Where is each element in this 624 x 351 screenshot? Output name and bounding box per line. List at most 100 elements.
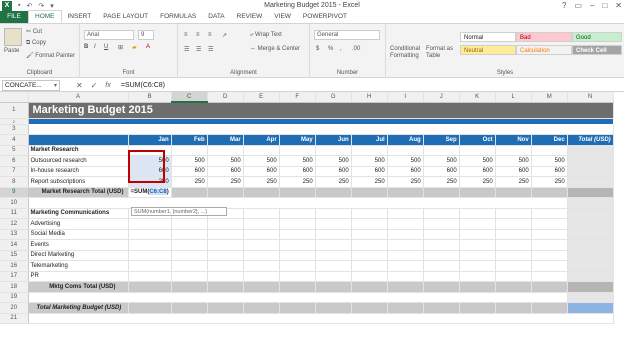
- row-header[interactable]: 8: [0, 176, 29, 188]
- cell[interactable]: 500: [315, 155, 352, 167]
- month-header[interactable]: Apr: [243, 134, 280, 146]
- column-header[interactable]: F: [279, 92, 316, 103]
- tab-file[interactable]: FILE: [0, 11, 28, 23]
- row-header[interactable]: 7: [0, 166, 29, 177]
- month-header[interactable]: Jul: [351, 134, 388, 146]
- tab-data[interactable]: DATA: [202, 11, 230, 23]
- row-header[interactable]: 18: [0, 281, 29, 293]
- copy-button[interactable]: ⧉ Copy: [26, 40, 46, 47]
- cell[interactable]: [567, 176, 614, 188]
- column-header[interactable]: A: [28, 92, 129, 103]
- function-tooltip[interactable]: SUM(number1, [number2], ...): [131, 207, 227, 216]
- row-label[interactable]: Report subscriptions: [28, 176, 129, 188]
- cell[interactable]: 250: [128, 176, 172, 188]
- insert-function-icon[interactable]: fx: [105, 82, 110, 89]
- month-header[interactable]: Feb: [171, 134, 208, 146]
- tab-view[interactable]: VIEW: [268, 11, 297, 23]
- cell[interactable]: 250: [279, 176, 316, 188]
- merge-center-button[interactable]: ⇔ Merge & Center: [250, 46, 300, 52]
- column-header[interactable]: M: [531, 92, 568, 103]
- column-header[interactable]: N: [567, 92, 614, 103]
- paste-icon[interactable]: [4, 28, 22, 46]
- italic-icon[interactable]: I: [94, 44, 96, 50]
- style-good[interactable]: Good: [572, 32, 622, 42]
- column-header[interactable]: B: [128, 92, 172, 103]
- cell[interactable]: 500: [128, 155, 172, 167]
- cell[interactable]: 500: [351, 155, 388, 167]
- tab-review[interactable]: REVIEW: [231, 11, 269, 23]
- tab-page-layout[interactable]: PAGE LAYOUT: [97, 11, 154, 23]
- month-header[interactable]: Jan: [128, 134, 172, 146]
- cell[interactable]: 250: [207, 176, 244, 188]
- fill-color-icon[interactable]: ▰: [132, 44, 137, 51]
- style-calculation[interactable]: Calculation: [516, 45, 572, 55]
- bold-icon[interactable]: B: [84, 44, 88, 50]
- row-label[interactable]: Telemarketing: [28, 260, 129, 272]
- style-neutral[interactable]: Neutral: [460, 45, 516, 55]
- sheet-title[interactable]: Marketing Budget 2015: [28, 102, 614, 119]
- active-cell-formula[interactable]: =SUM(C6:C8): [128, 187, 172, 198]
- cell[interactable]: 600: [351, 166, 388, 177]
- month-header[interactable]: Dec: [531, 134, 568, 146]
- cell[interactable]: 500: [459, 155, 496, 167]
- align-top-icon[interactable]: ≡: [184, 32, 188, 38]
- borders-icon[interactable]: ⊞: [118, 44, 123, 51]
- cell[interactable]: 600: [495, 166, 532, 177]
- month-header[interactable]: Mar: [207, 134, 244, 146]
- cell[interactable]: 500: [531, 155, 568, 167]
- formula-input[interactable]: =SUM(C6:C8): [121, 82, 165, 89]
- cell[interactable]: 600: [531, 166, 568, 177]
- cell[interactable]: 600: [171, 166, 208, 177]
- row-header[interactable]: 17: [0, 271, 29, 282]
- tab-home[interactable]: HOME: [28, 10, 62, 23]
- column-header[interactable]: E: [243, 92, 280, 103]
- align-left-icon[interactable]: ☰: [184, 46, 189, 53]
- format-painter-button[interactable]: 🖌 Format Painter: [26, 52, 75, 59]
- cell[interactable]: 250: [531, 176, 568, 188]
- row-header[interactable]: 11: [0, 208, 29, 219]
- row-header[interactable]: 10: [0, 197, 29, 209]
- decimal-icon[interactable]: .00: [352, 46, 360, 52]
- font-color-icon[interactable]: A: [146, 44, 150, 50]
- month-header[interactable]: Oct: [459, 134, 496, 146]
- row-header[interactable]: 15: [0, 250, 29, 261]
- month-header[interactable]: Nov: [495, 134, 532, 146]
- row-label[interactable]: In-house research: [28, 166, 129, 177]
- minimize-icon[interactable]: –: [590, 1, 594, 10]
- cell[interactable]: 500: [387, 155, 424, 167]
- cell[interactable]: 250: [423, 176, 460, 188]
- month-header[interactable]: Jun: [315, 134, 352, 146]
- mktg-coms-total-label[interactable]: Mktg Coms Total (USD): [28, 281, 129, 293]
- cell[interactable]: 250: [171, 176, 208, 188]
- row-header[interactable]: 4: [0, 134, 29, 146]
- column-header[interactable]: K: [459, 92, 496, 103]
- tab-powerpivot[interactable]: POWERPIVOT: [297, 11, 353, 23]
- cell[interactable]: 500: [207, 155, 244, 167]
- cell[interactable]: 250: [315, 176, 352, 188]
- align-right-icon[interactable]: ☰: [208, 46, 213, 53]
- cell[interactable]: 600: [207, 166, 244, 177]
- row-header[interactable]: 16: [0, 260, 29, 272]
- format-as-table-button[interactable]: Format as Table: [426, 46, 458, 60]
- column-header[interactable]: G: [315, 92, 352, 103]
- worksheet-grid[interactable]: A B C D E F G H I J K L M N 1 Marketing …: [0, 92, 624, 351]
- cell[interactable]: 600: [128, 166, 172, 177]
- month-header[interactable]: Aug: [387, 134, 424, 146]
- tab-formulas[interactable]: FORMULAS: [154, 11, 202, 23]
- market-research-total-label[interactable]: Market Research Total (USD): [28, 187, 129, 198]
- cell[interactable]: [567, 166, 614, 177]
- wrap-text-button[interactable]: ⤶ Wrap Text: [250, 32, 282, 39]
- ribbon-display-icon[interactable]: ▭: [574, 1, 582, 10]
- cell[interactable]: 250: [459, 176, 496, 188]
- row-header[interactable]: 19: [0, 292, 29, 303]
- font-name-select[interactable]: Arial: [84, 30, 134, 40]
- cell[interactable]: 250: [387, 176, 424, 188]
- row-header[interactable]: 3: [0, 124, 29, 135]
- cut-button[interactable]: ✂ Cut: [26, 28, 42, 35]
- enter-icon[interactable]: ✓: [91, 81, 98, 90]
- align-bottom-icon[interactable]: ≡: [208, 32, 212, 38]
- comma-icon[interactable]: ,: [340, 46, 342, 52]
- row-header[interactable]: 14: [0, 239, 29, 251]
- paste-button[interactable]: Paste: [4, 48, 19, 54]
- row-label[interactable]: Social Media: [28, 229, 129, 240]
